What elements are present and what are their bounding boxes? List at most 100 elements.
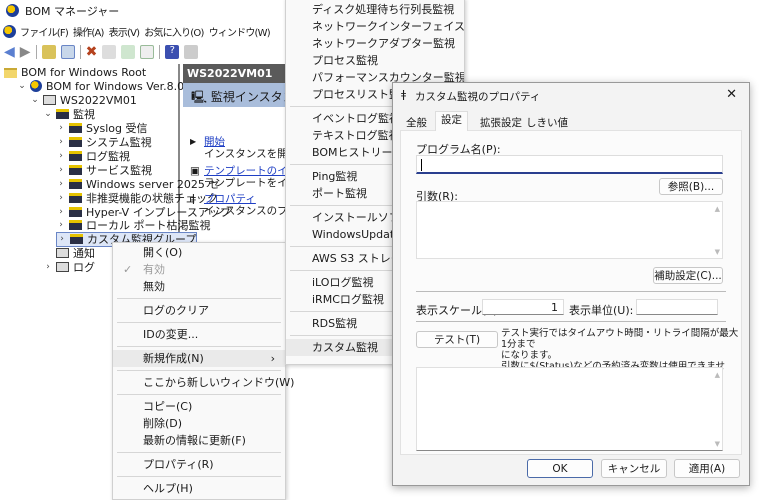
chevron-right-icon[interactable]: › xyxy=(56,193,66,203)
menu-item[interactable]: ネットワークインターフェイス監視 xyxy=(286,18,464,35)
chevron-right-icon[interactable]: › xyxy=(57,234,67,244)
properties-dialog: ǂ カスタム監視のプロパティ ✕ 全般 設定 拡張設定 しきい値 プログラム名(… xyxy=(392,82,750,486)
aux-settings-button[interactable]: 補助設定(C)... xyxy=(653,267,723,284)
menu-item-label: ここから新しいウィンドウ(W) xyxy=(143,376,295,389)
delete-icon[interactable]: ✖ xyxy=(86,44,98,60)
menu-item[interactable]: 無効 xyxy=(113,278,285,295)
menu-item[interactable]: ヘルプ(H) xyxy=(113,480,285,497)
cancel-button[interactable]: キャンセル xyxy=(601,459,667,478)
menu-divider xyxy=(117,322,281,323)
menu-item-label: 有効 xyxy=(143,263,165,276)
folder-icon xyxy=(56,109,69,120)
test-output-textarea[interactable]: ▲ ▼ xyxy=(416,367,723,451)
menu-view[interactable]: 表示(V) xyxy=(109,24,140,39)
menu-item[interactable]: 削除(D) xyxy=(113,415,285,432)
properties-icon[interactable] xyxy=(102,44,117,59)
scale-input[interactable]: 1 xyxy=(482,299,564,315)
dialog-title: カスタム監視のプロパティ xyxy=(415,91,541,103)
context-menu: 開く(O) 有効 ✓ 無効ログのクリア IDの変更... 新規作成(N) › ここから新しいウ… xyxy=(112,242,294,500)
close-icon[interactable]: ✕ xyxy=(726,87,737,102)
apply-button[interactable]: 適用(A) xyxy=(674,459,740,478)
menu-item[interactable]: 最新の情報に更新(F) xyxy=(113,432,285,449)
program-input[interactable] xyxy=(416,155,723,174)
forward-icon[interactable]: ▶ xyxy=(20,44,31,60)
tree-pane: BOM for Windows Root ⌄ BOM for Windows Ver… xyxy=(0,64,240,274)
menu-item[interactable]: ここから新しいウィンドウ(W) xyxy=(113,374,294,391)
tab-threshold[interactable]: しきい値 xyxy=(521,115,573,131)
menu-item[interactable]: コピー(C) xyxy=(113,398,285,415)
export-icon[interactable] xyxy=(140,44,155,59)
chevron-right-icon[interactable]: › xyxy=(56,207,66,217)
template-icon: ▣ xyxy=(190,165,200,177)
test-button[interactable]: テスト(T) xyxy=(416,331,498,348)
menu-action[interactable]: 操作(A) xyxy=(73,24,104,39)
menu-item[interactable]: 新規作成(N) › xyxy=(113,350,285,367)
scroll-down-icon[interactable]: ▼ xyxy=(715,440,720,448)
chevron-right-icon[interactable]: › xyxy=(56,151,66,161)
menu-item-label: 新規作成(N) xyxy=(143,352,204,365)
chevron-right-icon[interactable]: › xyxy=(56,123,66,133)
menu-item-label: カスタム監視 xyxy=(312,341,378,354)
chevron-right-icon[interactable]: › xyxy=(56,165,66,175)
check-icon: ✓ xyxy=(123,263,133,276)
menu-file[interactable]: ファイル(F) xyxy=(20,24,69,39)
chevron-right-icon[interactable]: › xyxy=(56,220,66,230)
back-icon[interactable]: ◀ xyxy=(4,44,15,60)
chevron-down-icon[interactable]: ⌄ xyxy=(43,109,53,119)
tab-panel: プログラム名(P): 参照(B)... 引数(R): ▲ ▼ 補助設定(C)...… xyxy=(400,130,742,455)
start-link[interactable]: 開始 xyxy=(204,136,225,148)
folder-icon xyxy=(69,123,82,134)
app-menu-icon[interactable] xyxy=(3,25,16,38)
menu-item-label: ログのクリア xyxy=(143,304,209,317)
menu-item-label: プロセス監視 xyxy=(312,54,378,67)
scroll-up-icon[interactable]: ▲ xyxy=(715,205,720,213)
wrench-icon: ǂ xyxy=(191,193,196,205)
window-icon[interactable] xyxy=(184,44,199,59)
menu-item[interactable]: プロセス監視 xyxy=(286,52,464,69)
help-icon[interactable]: ? xyxy=(165,44,180,59)
divider xyxy=(416,291,726,292)
scroll-down-icon[interactable]: ▼ xyxy=(715,248,720,256)
refresh-icon[interactable] xyxy=(121,44,136,59)
tab-extended[interactable]: 拡張設定 xyxy=(475,115,527,131)
menu-window[interactable]: ウィンドウ(W) xyxy=(209,24,271,39)
unit-input[interactable] xyxy=(636,299,718,315)
chevron-down-icon[interactable]: ⌄ xyxy=(17,81,27,91)
args-textarea[interactable]: ▲ ▼ xyxy=(416,201,723,259)
menu-item[interactable]: 開く(O) xyxy=(113,244,285,261)
menu-item[interactable]: ログのクリア xyxy=(113,302,285,319)
tab-settings[interactable]: 設定 xyxy=(435,111,468,131)
up-folder-icon[interactable] xyxy=(41,44,56,59)
ok-button[interactable]: OK xyxy=(527,459,593,478)
chevron-right-icon[interactable]: › xyxy=(56,137,66,147)
menu-divider xyxy=(117,394,281,395)
scroll-up-icon[interactable]: ▲ xyxy=(715,371,720,379)
folder-icon xyxy=(69,178,82,189)
menu-item[interactable]: プロパティ(R) xyxy=(113,456,285,473)
menu-divider xyxy=(117,370,281,371)
folder-icon xyxy=(69,206,82,217)
tab-general[interactable]: 全般 xyxy=(401,115,432,131)
browse-button[interactable]: 参照(B)... xyxy=(659,178,723,195)
chevron-down-icon[interactable]: ⌄ xyxy=(30,95,40,105)
menu-item[interactable]: 有効 ✓ xyxy=(113,261,285,278)
menu-favorites[interactable]: お気に入り(O) xyxy=(144,24,204,39)
menu-item-label: ネットワークインターフェイス監視 xyxy=(312,20,465,33)
menu-item-label: 最新の情報に更新(F) xyxy=(143,434,246,447)
menu-item[interactable]: IDの変更... xyxy=(113,326,285,343)
menu-item-label: ネットワークアダプター監視 xyxy=(312,37,455,50)
menu-item-label: イベントログ監視 xyxy=(312,112,400,125)
chevron-right-icon[interactable]: › xyxy=(43,262,53,272)
menu-item-label: ヘルプ(H) xyxy=(143,482,193,495)
tree-node[interactable]: › ログ xyxy=(43,260,95,275)
menu-item[interactable]: ディスク処理待ち行列長監視 xyxy=(286,1,464,18)
show-tree-icon[interactable] xyxy=(60,44,75,59)
tree-node-label: WS2022VM01 xyxy=(60,93,137,107)
chevron-right-icon[interactable]: › xyxy=(56,179,66,189)
divider xyxy=(79,44,81,59)
menu-item[interactable]: ネットワークアダプター監視 xyxy=(286,35,464,52)
wrench-icon: ǂ xyxy=(401,88,407,101)
menu-item-label: iLOログ監視 xyxy=(312,276,374,289)
properties-link[interactable]: プロパティ xyxy=(204,193,256,205)
toolbar: ◀ ▶ ✖ ? xyxy=(0,42,290,61)
